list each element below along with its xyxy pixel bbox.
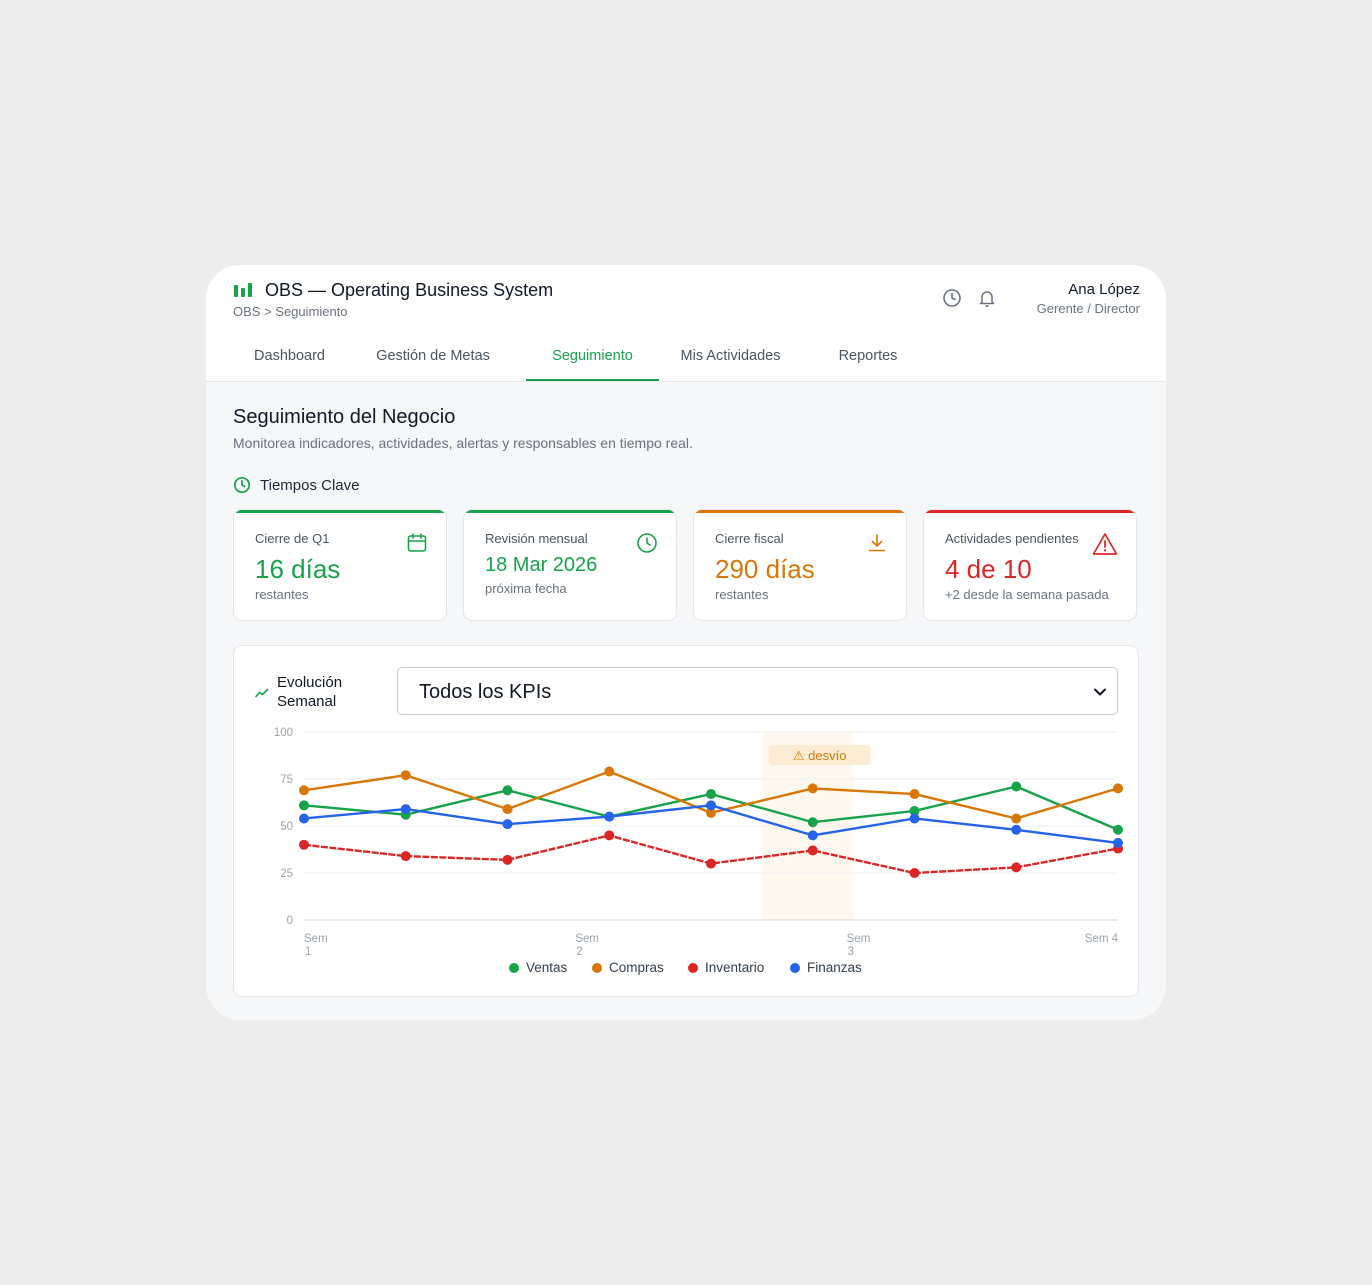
y-tick-label: 25	[280, 868, 293, 880]
nav-tabs: Dashboard Gestión de Metas Seguimiento M…	[206, 332, 1166, 382]
data-point-inventario	[706, 858, 716, 869]
data-point-ventas	[706, 789, 716, 800]
download-icon	[866, 532, 888, 559]
x-tick-label: Sem 1	[304, 933, 328, 958]
card-note: restantes	[715, 587, 769, 602]
card-revision-mensual[interactable]: Revisión mensual 18 Mar 2026 próxima fec…	[463, 509, 677, 621]
clock-icon[interactable]	[941, 287, 963, 309]
tab-seguimiento[interactable]: Seguimiento	[526, 332, 659, 381]
app-title: OBS — Operating Business System	[265, 280, 554, 300]
data-point-finanzas	[1113, 837, 1123, 848]
tab-dashboard[interactable]: Dashboard	[233, 332, 346, 381]
card-actividades-pendientes[interactable]: Actividades pendientes 4 de 10 +2 desde …	[923, 509, 1137, 621]
alert-triangle-icon	[1092, 532, 1118, 561]
tab-reportes[interactable]: Reportes	[822, 332, 914, 381]
app-header: OBS — Operating Business System OBS > Se…	[206, 265, 1166, 333]
data-point-compras	[299, 785, 309, 796]
tab-gestion-de-metas[interactable]: Gestión de Metas	[364, 332, 502, 381]
calendar-icon	[406, 532, 428, 559]
data-point-compras	[909, 789, 920, 800]
y-tick-label: 75	[280, 774, 293, 786]
data-point-finanzas	[807, 830, 818, 841]
key-times-label: Tiempos Clave	[260, 477, 360, 494]
tab-mis-actividades[interactable]: Mis Actividades	[672, 332, 789, 381]
data-point-finanzas	[502, 819, 513, 830]
x-tick-label: Sem 4	[1085, 933, 1119, 945]
data-point-inventario	[1011, 862, 1022, 873]
card-value: 18 Mar 2026	[485, 554, 598, 576]
data-point-finanzas	[706, 800, 716, 811]
x-tick-label: Sem 3	[847, 933, 871, 958]
data-point-inventario	[400, 851, 411, 862]
y-tick-label: 50	[280, 821, 293, 833]
user-role: Gerente / Director	[1036, 301, 1140, 316]
legend-swatch	[688, 963, 698, 973]
data-point-compras	[1113, 783, 1123, 794]
card-value: 4 de 10	[945, 554, 1032, 584]
legend-label: Ventas	[526, 960, 568, 975]
card-note: +2 desde la semana pasada	[945, 587, 1109, 602]
legend-label: Inventario	[705, 960, 765, 975]
data-point-inventario	[909, 868, 920, 878]
card-label: Cierre de Q1	[255, 531, 330, 546]
data-point-compras	[400, 770, 411, 781]
x-tick-label: Sem 2	[575, 933, 599, 958]
data-point-finanzas	[604, 811, 615, 822]
card-label: Revisión mensual	[485, 531, 588, 546]
app-window: OBS — Operating Business System OBS > Se…	[206, 265, 1166, 1020]
user-name[interactable]: Ana López	[1068, 281, 1140, 298]
legend-swatch	[592, 963, 602, 973]
clock-icon	[636, 532, 658, 559]
data-point-compras	[604, 766, 615, 777]
data-point-inventario	[502, 854, 513, 865]
data-point-ventas	[1113, 824, 1123, 835]
breadcrumb: OBS > Seguimiento	[233, 304, 348, 319]
y-tick-label: 100	[274, 727, 293, 739]
deviation-label: ⚠ desvío	[793, 748, 847, 763]
data-point-ventas	[1011, 781, 1022, 792]
data-point-finanzas	[909, 813, 920, 824]
data-point-compras	[807, 783, 818, 794]
card-note: próxima fecha	[485, 581, 567, 596]
data-point-ventas	[807, 817, 818, 828]
page-subtitle: Monitorea indicadores, actividades, aler…	[233, 435, 693, 451]
data-point-finanzas	[1011, 824, 1022, 835]
card-cierre-fiscal[interactable]: Cierre fiscal 290 días restantes	[693, 509, 907, 621]
line-chart: ⚠ desvío 0 25 50 75 100 Sem 1 Sem 2 Sem 3 Sem 4	[274, 727, 1123, 958]
bell-icon[interactable]	[976, 287, 998, 309]
bar-chart-logo-icon	[234, 283, 252, 297]
data-point-finanzas	[299, 813, 309, 824]
card-cierre-q1[interactable]: Cierre de Q1 16 días restantes	[233, 509, 447, 621]
card-value: 16 días	[255, 554, 341, 584]
data-point-inventario	[299, 839, 309, 850]
y-tick-label: 0	[287, 915, 293, 927]
chart-legend: Ventas Compras Inventario Finanzas	[234, 959, 1140, 977]
data-point-ventas	[299, 800, 309, 811]
card-note: restantes	[255, 587, 309, 602]
card-label: Cierre fiscal	[715, 531, 784, 546]
card-label: Actividades pendientes	[945, 531, 1079, 546]
legend-label: Compras	[609, 960, 664, 975]
data-point-compras	[1011, 813, 1022, 824]
page-title: Seguimiento del Negocio	[233, 406, 456, 428]
data-point-compras	[502, 804, 513, 815]
card-value: 290 días	[715, 554, 815, 584]
data-point-finanzas	[400, 804, 411, 815]
weekly-evolution-panel: Evolución Semanal Todos los KPIs ⚠ desví…	[233, 645, 1139, 997]
data-point-inventario	[807, 845, 818, 856]
legend-swatch	[509, 963, 519, 973]
data-point-inventario	[604, 830, 615, 841]
data-point-ventas	[502, 785, 513, 796]
legend-label: Finanzas	[807, 960, 862, 975]
clock-icon	[233, 476, 251, 494]
legend-swatch	[790, 963, 800, 973]
